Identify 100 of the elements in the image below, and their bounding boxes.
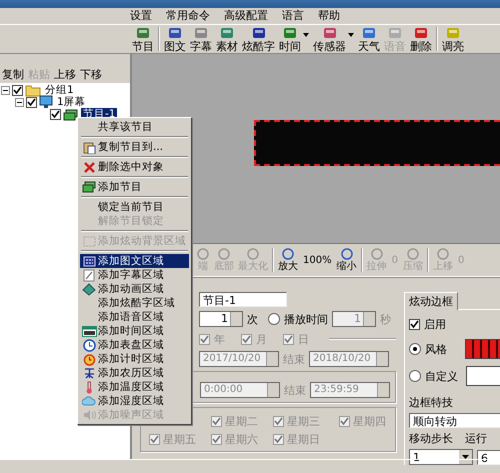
checkbox-label: 启用 (424, 316, 446, 332)
toolbar-button[interactable]: 传感器 (311, 25, 348, 53)
view-toolbar-button[interactable]: 放大 (276, 247, 300, 273)
checkbox[interactable] (50, 108, 61, 120)
dropdown-arrow-icon[interactable] (303, 33, 309, 37)
menu-item[interactable]: 常用命令 (159, 9, 217, 23)
toolbar-icon (196, 247, 210, 261)
toolbar-icon (445, 25, 461, 41)
checkbox-label: 星期二 (225, 414, 258, 429)
tree-item[interactable]: 1屏幕 (55, 96, 88, 108)
tree-item[interactable]: 分组1 (43, 84, 76, 96)
checkbox[interactable] (199, 334, 210, 344)
menu-item[interactable]: 添加时间区域 (80, 324, 189, 338)
checkbox[interactable] (12, 84, 23, 96)
checkbox[interactable] (26, 96, 37, 108)
radio-button[interactable] (409, 343, 421, 355)
menu-item[interactable]: 添加温度区域 (80, 380, 189, 394)
frame-icon (82, 236, 96, 246)
grid-icon (82, 256, 96, 266)
checkbox[interactable] (149, 434, 160, 445)
radio-label: 自定义 (425, 368, 458, 384)
toolbar-icon (217, 247, 231, 261)
menu-item[interactable]: 设置 (123, 9, 159, 23)
checkbox[interactable] (211, 434, 222, 445)
menu-item[interactable]: 添加图文区域 (80, 254, 189, 268)
field-label: 移动步长 (409, 431, 453, 446)
collapse-toggle[interactable] (1, 86, 10, 94)
effect-field[interactable]: 顺向转动 (409, 413, 500, 428)
tree-toolbar-button[interactable]: 复制 (0, 67, 26, 82)
checkbox[interactable] (339, 416, 350, 427)
menu-item[interactable]: 添加语音区域 (80, 310, 189, 324)
menu-item[interactable]: 复制节目到... (80, 140, 189, 154)
tree-toolbar-button[interactable]: 上移 (52, 67, 78, 82)
checkbox-label: 年 (214, 332, 225, 346)
tab[interactable]: 炫动边框 (404, 292, 458, 310)
checkbox[interactable] (241, 334, 252, 344)
toolbar-button[interactable]: 字幕 (188, 25, 214, 53)
toolbar-button[interactable]: 节目 (130, 25, 156, 53)
checkbox-label: 星期三 (287, 414, 320, 429)
checkbox-label: 月 (256, 332, 267, 346)
menu-item[interactable]: 高级配置 (217, 9, 275, 23)
checkbox[interactable] (283, 334, 294, 344)
unit-label: 秒 (380, 312, 391, 326)
custom-field[interactable] (466, 366, 500, 386)
menu-item[interactable]: 语言 (275, 9, 311, 23)
value-label: 100% (302, 254, 333, 266)
menu-item[interactable]: 共享该节目 (80, 120, 189, 134)
toolbar-icon (361, 25, 377, 41)
menu-item[interactable]: 添加字幕区域 (80, 268, 189, 282)
clipboard-icon (82, 140, 96, 154)
end-label: 结束 (283, 352, 305, 366)
tree-toolbar-button[interactable]: 下移 (78, 67, 104, 82)
radio-button[interactable] (268, 313, 280, 325)
toolbar-icon (167, 25, 183, 41)
toolbar-icon (322, 25, 338, 41)
checkbox-label: 星期日 (287, 432, 320, 447)
value-label: 0 (390, 254, 399, 266)
border-style-preview[interactable] (465, 339, 500, 359)
menu-item[interactable]: 添加炫酷字区域 (80, 296, 189, 310)
digital-clock-icon (82, 326, 96, 336)
radio-button[interactable] (409, 370, 421, 382)
toolbar-button[interactable]: 调亮 (440, 25, 466, 53)
collapse-toggle[interactable] (15, 98, 24, 106)
count-spinner[interactable]: 1 (199, 311, 243, 327)
dropdown-arrow-icon[interactable] (348, 33, 354, 37)
menu-item[interactable]: 删除选中对象 (80, 160, 189, 174)
toolbar-icon (250, 25, 266, 41)
program-icon (82, 181, 96, 193)
speaker-icon (82, 409, 96, 421)
name-field[interactable]: 节目-1 (199, 292, 287, 306)
checkbox-label: 星期四 (353, 414, 386, 429)
monitor-icon (39, 95, 53, 109)
menu-item[interactable]: 添加节目 (80, 180, 189, 194)
toolbar-button[interactable]: 天气 (356, 25, 382, 53)
menu-item[interactable]: 添加湿度区域 (80, 394, 189, 408)
toolbar-icon (370, 247, 384, 261)
menu-item[interactable]: 帮助 (311, 9, 347, 23)
alarm-clock-icon (82, 352, 96, 366)
checkbox-label: 星期六 (225, 432, 258, 447)
toolbar-icon (413, 25, 429, 41)
unit-label: 次 (247, 312, 258, 326)
menu-item[interactable]: 锁定当前节目 (80, 200, 189, 214)
toolbar-button[interactable]: 时间 (277, 25, 303, 53)
program-icon (63, 108, 79, 120)
checkbox[interactable] (273, 416, 284, 427)
toolbar-icon (406, 247, 420, 261)
checkbox[interactable] (273, 434, 284, 445)
menu-item[interactable]: 添加动画区域 (80, 282, 189, 296)
close-icon (82, 160, 96, 174)
checkbox[interactable] (409, 318, 420, 330)
checkbox[interactable] (211, 416, 222, 427)
toolbar-icon (436, 247, 450, 261)
toolbar-button[interactable]: 素材 (214, 25, 240, 53)
toolbar-button[interactable]: 删除 (408, 25, 434, 53)
menu-item[interactable]: 添加农历区域 (80, 366, 189, 380)
toolbar-button[interactable]: 炫酷字 (240, 25, 277, 53)
menu-item[interactable]: 添加计时区域 (80, 352, 189, 366)
view-toolbar-button[interactable]: 缩小 (334, 247, 359, 273)
toolbar-button[interactable]: 图文 (162, 25, 188, 53)
menu-item[interactable]: 添加表盘区域 (80, 338, 189, 352)
